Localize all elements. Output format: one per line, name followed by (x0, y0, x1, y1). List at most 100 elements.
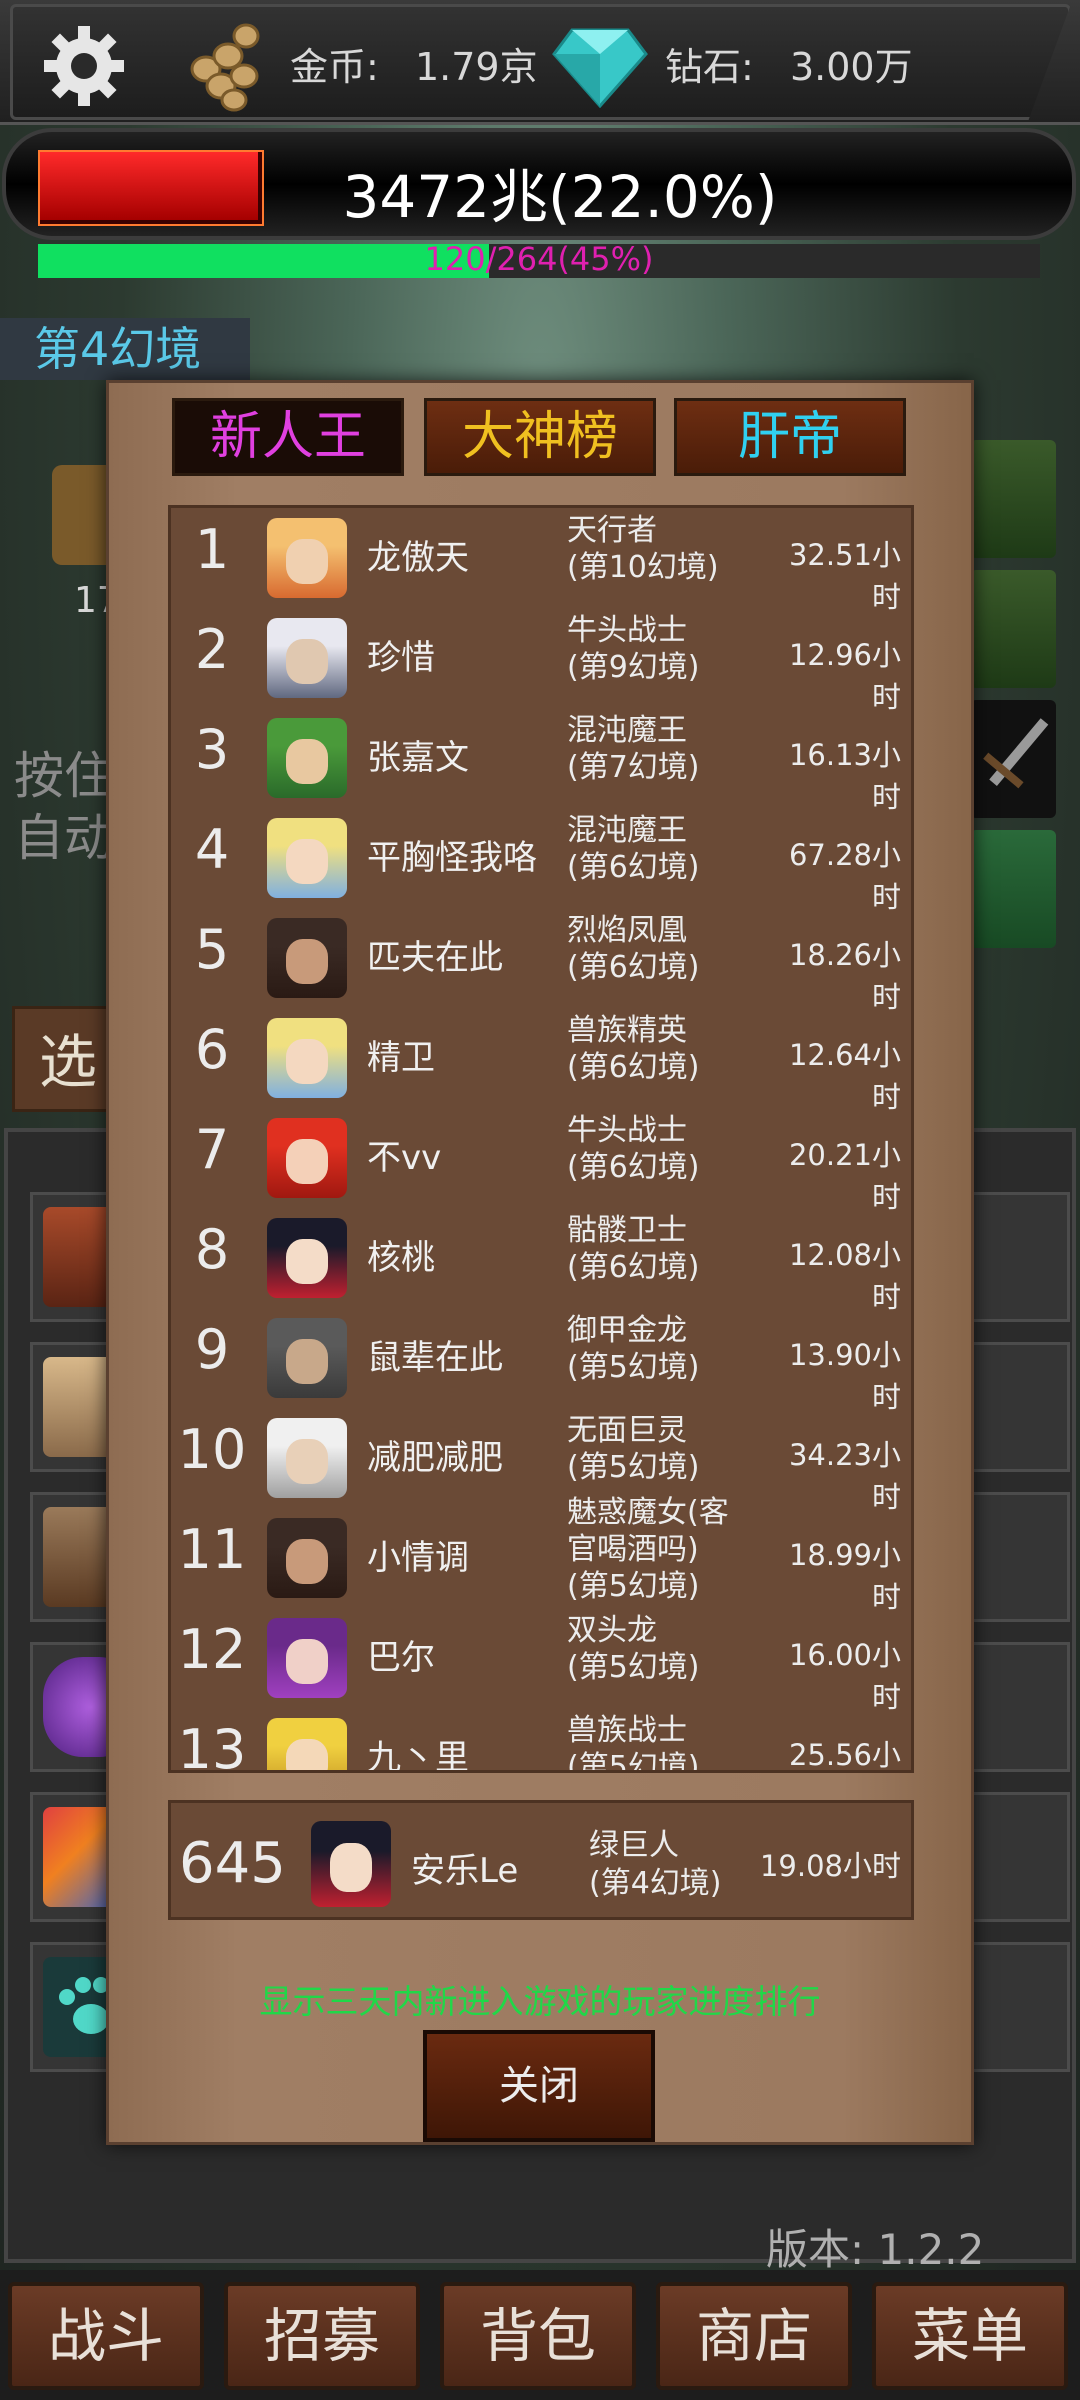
gold-label: 金币: (290, 45, 379, 89)
row-avatar-face (286, 1338, 328, 1384)
beast-skull-icon[interactable] (970, 570, 1056, 688)
nav-battle[interactable]: 战斗 (8, 2282, 204, 2390)
row-play-time: 18.26小时 (788, 938, 901, 1014)
self-class: 绿巨人 (第4幻境) (589, 1827, 722, 1903)
row-rank: 1 (194, 518, 230, 581)
row-class-line: 魅惑魔女(客 (567, 1495, 729, 1530)
ranking-row[interactable]: 2 珍惜 牛头战士 (第9幻境) 12.96小时 (171, 610, 911, 714)
self-time: 19.08小时 (759, 1849, 901, 1883)
row-avatar-face (286, 1138, 328, 1184)
ranking-row[interactable]: 6 精卫 兽族精英 (第6幻境) 12.64小时 (171, 1010, 911, 1114)
row-avatar-face (286, 538, 328, 584)
row-avatar (267, 1318, 347, 1398)
diamond-value: 3.00万 (790, 45, 913, 89)
row-rank: 12 (177, 1618, 247, 1681)
self-avatar (311, 1821, 391, 1907)
row-avatar-face (286, 1638, 328, 1684)
auto-hint: 按住 自动 (14, 745, 114, 869)
row-avatar-face (286, 1038, 328, 1084)
self-avatar-face (330, 1843, 372, 1892)
nav-shop[interactable]: 商店 (656, 2282, 852, 2390)
self-class-line1: 绿巨人 (589, 1828, 679, 1863)
row-player-name: 巴尔 (367, 1638, 435, 1678)
tab-grind-emperor[interactable]: 肝帝 (674, 398, 906, 476)
hooded-green-icon[interactable] (970, 830, 1056, 948)
row-avatar (267, 518, 347, 598)
row-class-line: (第9幻境) (567, 650, 700, 685)
row-class-line: 官喝酒吗) (567, 1532, 699, 1567)
row-player-name: 精卫 (367, 1038, 435, 1078)
row-rank: 8 (194, 1218, 230, 1281)
row-class-line: 混沌魔王 (567, 813, 687, 848)
row-class: 兽族战士 (第5幻境) (567, 1712, 777, 1770)
row-avatar-face (286, 1438, 328, 1484)
row-avatar-face (286, 938, 328, 984)
self-rank: 645 (179, 1831, 286, 1896)
tab-master-list[interactable]: 大神榜 (424, 398, 656, 476)
row-class: 牛头战士 (第9幻境) (567, 612, 777, 686)
ranking-row[interactable]: 12 巴尔 双头龙 (第5幻境) 16.00小时 (171, 1610, 911, 1714)
row-rank: 11 (177, 1518, 247, 1581)
row-play-time: 12.64小时 (788, 1038, 901, 1114)
row-class-line: (第7幻境) (567, 750, 700, 785)
ranking-row[interactable]: 3 张嘉文 混沌魔王 (第7幻境) 16.13小时 (171, 710, 911, 814)
gold-value: 1.79京 (415, 45, 538, 89)
row-class-line: (第6幻境) (567, 1050, 700, 1085)
row-class-line: (第5幻境) (567, 1350, 700, 1385)
self-class-line2: (第4幻境) (589, 1866, 722, 1901)
row-rank: 2 (194, 618, 230, 681)
ranking-row[interactable]: 8 核桃 骷髅卫士 (第6幻境) 12.08小时 (171, 1210, 911, 1314)
row-avatar-face (286, 738, 328, 784)
row-class-line: 兽族战士 (567, 1713, 687, 1748)
sword-icon[interactable] (970, 700, 1056, 818)
ranking-row[interactable]: 10 减肥减肥 无面巨灵 (第5幻境) 34.23小时 (171, 1410, 911, 1514)
row-class-line: 兽族精英 (567, 1013, 687, 1048)
row-avatar (267, 1418, 347, 1498)
ranking-row[interactable]: 7 不vv 牛头战士 (第6幻境) 20.21小时 (171, 1110, 911, 1214)
ranking-row[interactable]: 13 九丶里 兽族战士(第5幻境) 25.56小时 (171, 1710, 911, 1773)
row-avatar-face (286, 1538, 328, 1584)
close-button[interactable]: 关闭 (423, 2030, 655, 2142)
row-class-line: 天行者 (567, 513, 657, 548)
row-play-time: 34.23小时 (788, 1438, 901, 1514)
row-rank: 4 (194, 818, 230, 881)
row-class-line: 御甲金龙 (567, 1313, 687, 1348)
goblin-icon[interactable] (970, 440, 1056, 558)
row-class: 魅惑魔女(客 官喝酒吗) (第5幻境) (567, 1494, 777, 1605)
row-rank: 9 (194, 1318, 230, 1381)
row-player-name: 不vv (367, 1138, 442, 1178)
nav-menu[interactable]: 菜单 (872, 2282, 1068, 2390)
row-avatar (267, 1018, 347, 1098)
row-class-line: 混沌魔王 (567, 713, 687, 748)
row-play-time: 32.51小时 (788, 538, 901, 614)
row-player-name: 九丶里 (367, 1738, 469, 1773)
ranking-row[interactable]: 1 龙傲天 天行者 (第10幻境) 32.51小时 (171, 510, 911, 614)
row-rank: 5 (194, 918, 230, 981)
row-player-name: 龙傲天 (367, 538, 469, 578)
gear-icon[interactable] (42, 24, 126, 108)
row-player-name: 珍惜 (367, 638, 435, 678)
row-class-line: 双头龙 (567, 1613, 657, 1648)
diamond-icon (552, 28, 648, 108)
nav-bag[interactable]: 背包 (440, 2282, 636, 2390)
row-play-time: 18.99小时 (788, 1538, 901, 1614)
ranking-row[interactable]: 5 匹夫在此 烈焰凤凰 (第6幻境) 18.26小时 (171, 910, 911, 1014)
ranking-row[interactable]: 4 平胸怪我咯 混沌魔王 (第6幻境) 67.28小时 (171, 810, 911, 914)
row-class: 骷髅卫士 (第6幻境) (567, 1212, 777, 1286)
row-avatar (267, 918, 347, 998)
ranking-row[interactable]: 9 鼠辈在此 御甲金龙 (第5幻境) 13.90小时 (171, 1310, 911, 1414)
row-class-line: (第6幻境) (567, 850, 700, 885)
ranking-list[interactable]: 1 龙傲天 天行者 (第10幻境) 32.51小时 2 珍惜 牛头战士 (第9幻境) 12.96小… (168, 505, 914, 1773)
row-avatar (267, 1118, 347, 1198)
row-avatar (267, 818, 347, 898)
realm-label[interactable]: 第4幻境 (0, 318, 250, 380)
row-play-time: 12.96小时 (788, 638, 901, 714)
ranking-row[interactable]: 11 小情调 魅惑魔女(客 官喝酒吗) (第5幻境) 18.99小时 (171, 1495, 911, 1614)
row-class-line: (第6幻境) (567, 1150, 700, 1185)
tab-newcomer-king[interactable]: 新人王 (172, 398, 404, 476)
nav-recruit[interactable]: 招募 (224, 2282, 420, 2390)
row-play-time: 13.90小时 (788, 1338, 901, 1414)
row-rank: 7 (194, 1118, 230, 1181)
row-class-line: 烈焰凤凰 (567, 913, 687, 948)
boss-hp-text: 3472兆(22.0%) (342, 163, 778, 231)
